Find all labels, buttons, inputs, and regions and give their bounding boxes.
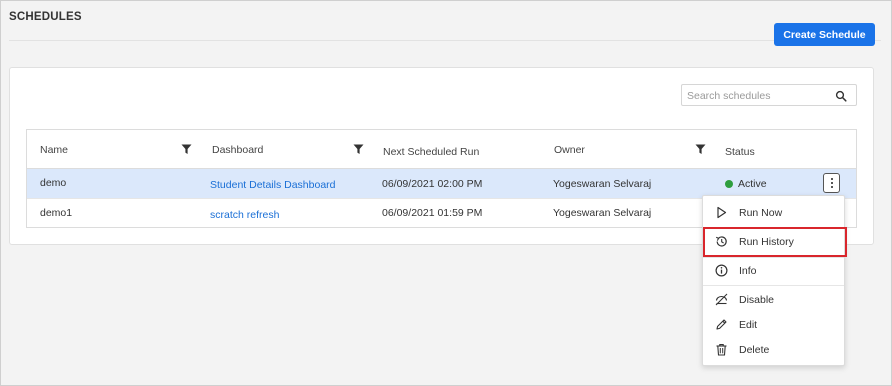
menu-divider bbox=[703, 257, 844, 258]
row-next-run: 06/09/2021 01:59 PM bbox=[382, 207, 483, 219]
menu-item-label: Info bbox=[739, 265, 757, 277]
pencil-icon bbox=[716, 319, 727, 330]
row-owner: Yogeswaran Selvaraj bbox=[553, 207, 652, 219]
row-dashboard-link[interactable]: scratch refresh bbox=[210, 209, 279, 221]
create-schedule-button[interactable]: Create Schedule bbox=[774, 23, 875, 46]
menu-item-label: Edit bbox=[739, 319, 758, 331]
disable-icon bbox=[715, 293, 728, 306]
run-history-highlight-box bbox=[703, 227, 847, 257]
menu-item-label: Delete bbox=[739, 344, 770, 356]
table-row[interactable]: demo Student Details Dashboard 06/09/202… bbox=[27, 169, 856, 198]
menu-item-label: Disable bbox=[739, 294, 775, 306]
menu-divider bbox=[703, 285, 844, 286]
row-owner: Yogeswaran Selvaraj bbox=[553, 178, 652, 190]
column-header-owner[interactable]: Owner bbox=[554, 144, 585, 156]
dashboard-filter-icon[interactable] bbox=[353, 144, 364, 155]
kebab-dot bbox=[830, 178, 833, 180]
menu-item-disable[interactable]: Disable bbox=[703, 288, 844, 312]
row-next-run: 06/09/2021 02:00 PM bbox=[382, 178, 483, 190]
play-outline-icon bbox=[717, 206, 727, 219]
trash-icon bbox=[716, 344, 727, 356]
menu-item-label: Run Now bbox=[739, 207, 783, 219]
row-name: demo1 bbox=[40, 207, 73, 219]
row-actions-menu: Run Now Run History Info Disable Edit De… bbox=[702, 195, 845, 366]
table-header: Name Dashboard Next Scheduled Run Owner … bbox=[27, 130, 856, 169]
info-icon bbox=[715, 264, 728, 277]
column-header-next-run[interactable]: Next Scheduled Run bbox=[383, 146, 479, 158]
header-divider bbox=[9, 40, 881, 41]
menu-item-info[interactable]: Info bbox=[703, 259, 844, 283]
menu-item-delete[interactable]: Delete bbox=[703, 338, 844, 362]
row-status: Active bbox=[738, 178, 767, 190]
column-header-name[interactable]: Name bbox=[40, 144, 68, 156]
menu-item-run-now[interactable]: Run Now bbox=[703, 201, 844, 225]
column-header-status[interactable]: Status bbox=[725, 146, 755, 158]
search-input[interactable] bbox=[687, 88, 827, 103]
owner-filter-icon[interactable] bbox=[695, 144, 706, 155]
page-title: SCHEDULES bbox=[9, 11, 82, 23]
row-actions-button[interactable] bbox=[823, 173, 840, 193]
search-box[interactable] bbox=[681, 84, 857, 106]
row-name: demo bbox=[40, 177, 67, 189]
name-filter-icon[interactable] bbox=[181, 144, 192, 155]
kebab-dot bbox=[830, 182, 833, 184]
search-icon[interactable] bbox=[835, 90, 847, 102]
column-header-dashboard[interactable]: Dashboard bbox=[212, 144, 263, 156]
menu-item-edit[interactable]: Edit bbox=[703, 313, 844, 337]
row-dashboard-link[interactable]: Student Details Dashboard bbox=[210, 179, 336, 191]
kebab-dot bbox=[830, 186, 833, 188]
status-active-indicator bbox=[725, 180, 733, 188]
